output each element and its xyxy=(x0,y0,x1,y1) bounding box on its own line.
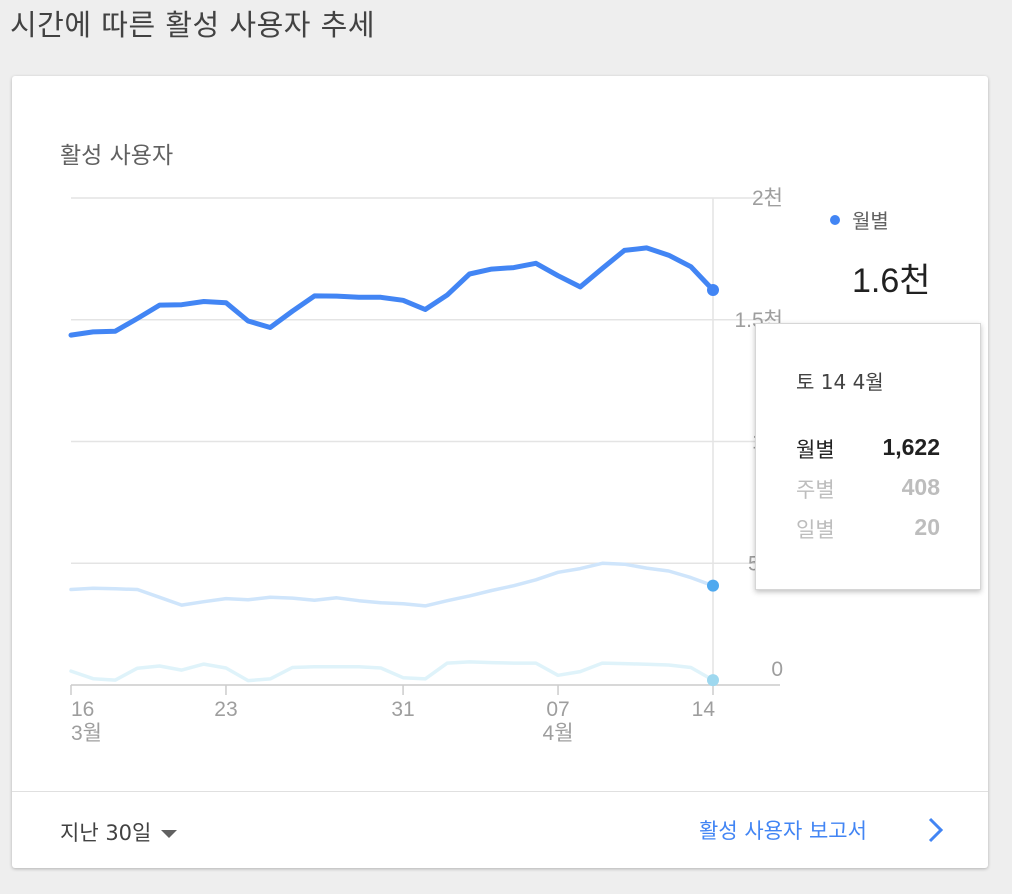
tooltip-value-weekly: 408 xyxy=(901,474,940,500)
chevron-right-icon[interactable] xyxy=(926,816,946,844)
date-range-label: 지난 30일 xyxy=(60,821,152,845)
legend-dot-monthly xyxy=(830,215,840,225)
data-point-highlight xyxy=(707,579,719,592)
legend-value-monthly: 1.6천 xyxy=(852,262,931,300)
active-users-report-link[interactable]: 활성 사용자 보고서 xyxy=(699,815,867,845)
series-line-1 xyxy=(69,561,715,608)
chart-tooltip: 토 14 4월 월별 1,622 주별 408 일별 20 xyxy=(755,323,981,590)
date-range-dropdown[interactable]: 지난 30일 xyxy=(60,817,178,847)
x-tick-label: 07 xyxy=(546,698,569,721)
series-line-0 xyxy=(68,245,716,338)
data-point-highlight xyxy=(707,284,719,297)
x-tick-label: 14 xyxy=(692,698,716,721)
legend-label-monthly: 월별 xyxy=(852,209,889,233)
chart-gridlines xyxy=(70,197,780,695)
chart-series xyxy=(68,245,719,687)
card-footer-divider xyxy=(12,791,988,792)
x-tick-label: 23 xyxy=(214,698,237,721)
x-tick-sublabel: 3월 xyxy=(71,722,102,745)
data-point-highlight xyxy=(707,674,719,687)
x-tick-label: 31 xyxy=(391,698,414,721)
y-tick-label: 0 xyxy=(771,658,783,681)
tooltip-name-weekly: 주별 xyxy=(796,478,835,502)
caret-down-icon xyxy=(161,830,178,838)
x-tick-label: 16 xyxy=(71,698,94,721)
series-line-2 xyxy=(69,660,715,683)
tooltip-name-monthly: 월별 xyxy=(796,438,835,462)
tooltip-date: 토 14 4월 xyxy=(796,370,884,394)
tooltip-name-daily: 일별 xyxy=(796,518,835,542)
tooltip-value-daily: 20 xyxy=(914,514,940,540)
x-axis-labels: 163월 23 31 074월 14 xyxy=(71,698,715,745)
y-tick-label: 2천 xyxy=(752,187,783,210)
x-tick-sublabel: 4월 xyxy=(543,722,574,745)
tooltip-value-monthly: 1,622 xyxy=(882,434,940,460)
